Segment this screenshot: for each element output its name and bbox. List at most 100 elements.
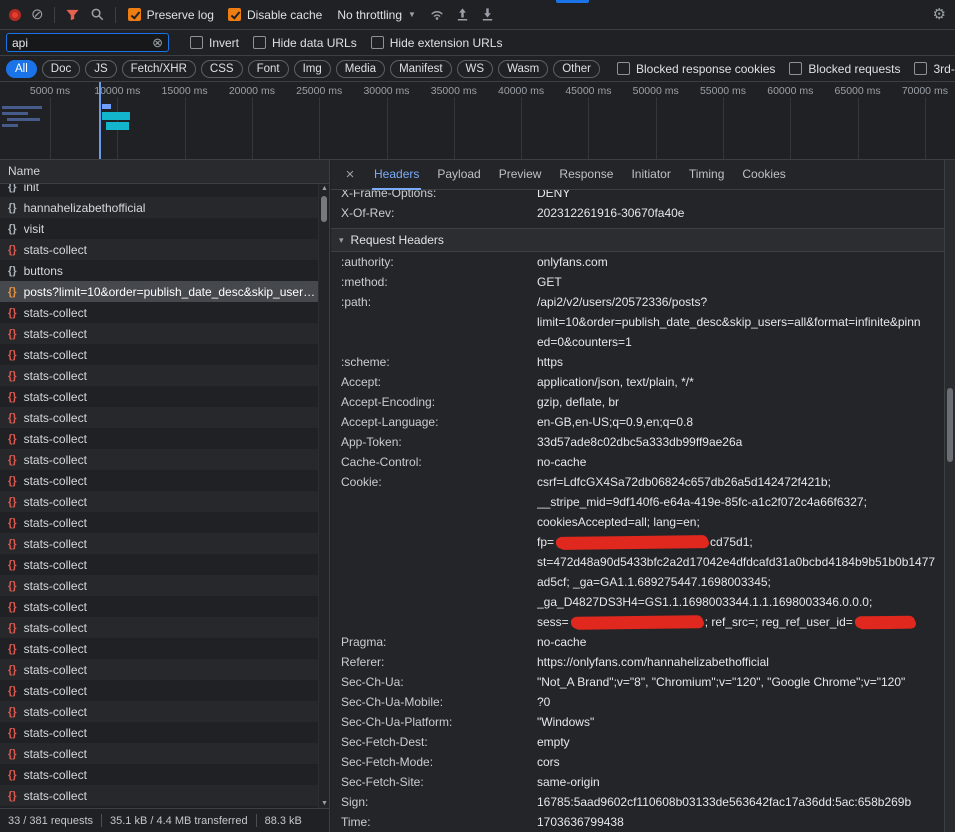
- request-row[interactable]: {} stats-collect: [0, 785, 318, 806]
- request-row[interactable]: {} stats-collect: [0, 575, 318, 596]
- request-headers-rows: :authority: onlyfans.com :method: GET :p…: [331, 252, 944, 832]
- throttling-select[interactable]: No throttling ▼: [337, 8, 416, 22]
- resource-type-filter-chip[interactable]: Wasm: [498, 60, 548, 78]
- chip-label: Fetch/XHR: [131, 63, 187, 75]
- request-row[interactable]: {} stats-collect: [0, 239, 318, 260]
- detail-tab[interactable]: Initiator: [622, 160, 679, 190]
- network-filter-checkbox[interactable]: 3rd-party requests: [914, 62, 955, 76]
- detail-tab[interactable]: Headers: [365, 160, 428, 190]
- header-row: App-Token: 33d57ade8c02dbc5a333db99ff9ae…: [331, 432, 944, 452]
- request-row[interactable]: {} stats-collect: [0, 701, 318, 722]
- toolbar-divider: [54, 7, 55, 23]
- resource-type-filter-chip[interactable]: Other: [553, 60, 600, 78]
- clear-input-icon[interactable]: ⊗: [152, 35, 163, 51]
- request-row[interactable]: {} posts?limit=10&order=publish_date_des…: [0, 281, 318, 302]
- request-row[interactable]: {} init: [0, 184, 318, 197]
- export-har-button[interactable]: [475, 5, 500, 24]
- resource-type-filter-chip[interactable]: Img: [294, 60, 331, 78]
- filter-input[interactable]: [12, 36, 148, 50]
- request-row[interactable]: {} stats-collect: [0, 323, 318, 344]
- header-value: https: [537, 352, 944, 372]
- network-filter-checkbox[interactable]: Blocked response cookies: [617, 62, 775, 76]
- resource-type-filter-chip[interactable]: Fetch/XHR: [122, 60, 196, 78]
- record-button[interactable]: [4, 7, 26, 23]
- resource-type-filter-chip[interactable]: Doc: [42, 60, 80, 78]
- hide-extension-urls-checkbox[interactable]: Hide extension URLs: [371, 36, 503, 50]
- network-filter-checkbox[interactable]: Blocked requests: [789, 62, 900, 76]
- request-row[interactable]: {} stats-collect: [0, 554, 318, 575]
- request-row[interactable]: {} stats-collect: [0, 638, 318, 659]
- resource-type-filter-chip[interactable]: All: [6, 60, 37, 78]
- resource-type-filter-chip[interactable]: Media: [336, 60, 385, 78]
- filter-button[interactable]: [60, 5, 85, 24]
- request-row[interactable]: {} stats-collect: [0, 533, 318, 554]
- hide-extension-urls-label: Hide extension URLs: [390, 36, 503, 50]
- request-name: stats-collect: [24, 705, 87, 719]
- search-button[interactable]: [85, 5, 110, 24]
- scrollbar-thumb[interactable]: [321, 196, 327, 222]
- request-name: stats-collect: [24, 390, 87, 404]
- request-list-viewport: {} init {} hannahelizabethofficial {} vi…: [0, 184, 318, 808]
- request-list-scrollbar[interactable]: ▲ ▼: [318, 184, 329, 808]
- settings-button[interactable]: ⚙: [928, 5, 951, 24]
- request-row[interactable]: {} visit: [0, 218, 318, 239]
- request-row[interactable]: {} stats-collect: [0, 386, 318, 407]
- request-row[interactable]: {} stats-collect: [0, 596, 318, 617]
- checkbox-icon: [253, 36, 266, 49]
- request-row[interactable]: {} stats-collect: [0, 302, 318, 323]
- resource-type-filter-chip[interactable]: Manifest: [390, 60, 451, 78]
- header-row: Accept-Language: en-GB,en-US;q=0.9,en;q=…: [331, 412, 944, 432]
- header-name: Cookie:: [341, 472, 537, 632]
- request-row[interactable]: {} stats-collect: [0, 491, 318, 512]
- header-name: Time:: [341, 812, 537, 832]
- checkbox-icon: [371, 36, 384, 49]
- request-row[interactable]: {} stats-collect: [0, 680, 318, 701]
- request-headers-section[interactable]: ▾ Request Headers: [331, 228, 944, 252]
- request-row[interactable]: {} stats-collect: [0, 617, 318, 638]
- request-row[interactable]: {} stats-collect: [0, 743, 318, 764]
- request-name: buttons: [24, 264, 63, 278]
- invert-checkbox[interactable]: Invert: [190, 36, 239, 50]
- scroll-down-icon[interactable]: ▼: [320, 800, 329, 807]
- detail-scrollbar[interactable]: [944, 160, 955, 832]
- disable-cache-checkbox[interactable]: Disable cache: [228, 8, 322, 22]
- preserve-log-checkbox[interactable]: Preserve log: [128, 8, 214, 22]
- resource-type-filter-chip[interactable]: CSS: [201, 60, 243, 78]
- overview-activity-bar: [7, 118, 40, 121]
- network-overview-timeline[interactable]: 5000 ms10000 ms15000 ms20000 ms25000 ms3…: [0, 82, 955, 160]
- detail-tab[interactable]: Cookies: [733, 160, 794, 190]
- name-column-header[interactable]: Name: [0, 160, 329, 184]
- request-row[interactable]: {} stats-collect: [0, 659, 318, 680]
- detail-tab[interactable]: Timing: [680, 160, 734, 190]
- request-row[interactable]: {} stats-collect: [0, 428, 318, 449]
- request-row[interactable]: {} hannahelizabethofficial: [0, 197, 318, 218]
- resource-type-filter-chip[interactable]: Font: [248, 60, 289, 78]
- network-conditions-button[interactable]: [424, 5, 450, 24]
- import-har-button[interactable]: [450, 5, 475, 24]
- clear-network-log-button[interactable]: ⊘: [26, 5, 49, 24]
- header-name: Sign:: [341, 792, 537, 812]
- detail-tab[interactable]: Preview: [490, 160, 551, 190]
- header-row: Accept-Encoding: gzip, deflate, br: [331, 392, 944, 412]
- scroll-up-icon[interactable]: ▲: [320, 185, 329, 192]
- request-row[interactable]: {} stats-collect: [0, 407, 318, 428]
- request-row[interactable]: {} stats-collect: [0, 344, 318, 365]
- detail-tab[interactable]: Payload: [428, 160, 489, 190]
- request-row[interactable]: {} stats-collect: [0, 449, 318, 470]
- request-row[interactable]: {} stats-collect: [0, 470, 318, 491]
- request-row[interactable]: {} stats-collect: [0, 365, 318, 386]
- request-row[interactable]: {} stats-collect: [0, 722, 318, 743]
- checkbox-checked-icon: [128, 8, 141, 21]
- scrollbar-thumb[interactable]: [947, 388, 953, 462]
- detail-tab[interactable]: Response: [550, 160, 622, 190]
- request-row[interactable]: {} stats-collect: [0, 512, 318, 533]
- hide-data-urls-checkbox[interactable]: Hide data URLs: [253, 36, 357, 50]
- resource-type-filter-chip[interactable]: JS: [85, 60, 116, 78]
- resource-type-filter-chip[interactable]: WS: [457, 60, 494, 78]
- request-row[interactable]: {} buttons: [0, 260, 318, 281]
- json-braces-icon: {}: [8, 769, 17, 781]
- chip-label: Media: [345, 63, 376, 75]
- header-value: 1703636799438: [537, 812, 944, 832]
- request-row[interactable]: {} stats-collect: [0, 764, 318, 785]
- close-detail-button[interactable]: ×: [339, 166, 361, 183]
